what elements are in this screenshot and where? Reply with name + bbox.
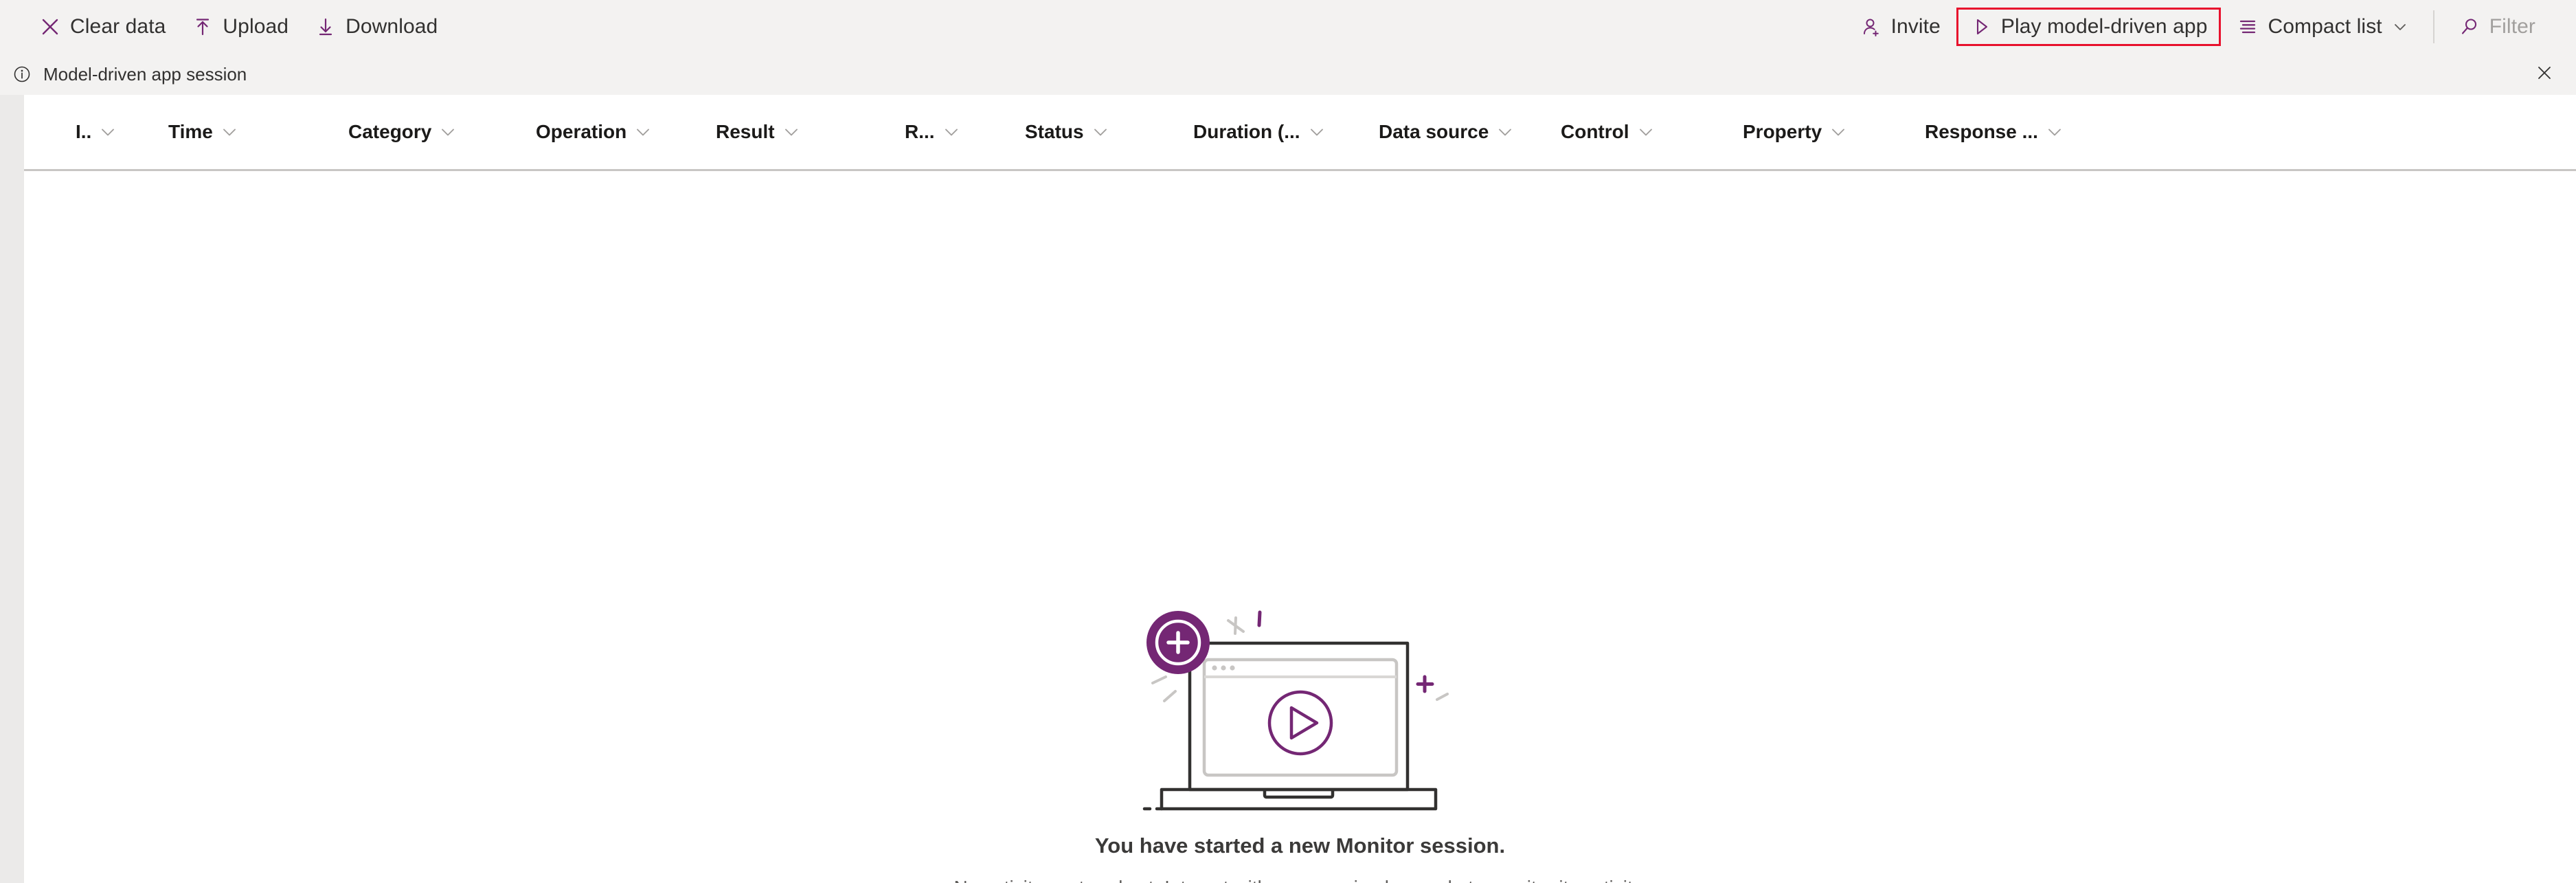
column-header-label: Response ... — [1925, 121, 2038, 142]
session-close-button[interactable] — [2528, 58, 2561, 91]
column-header-data-source[interactable]: Data source — [1379, 95, 1519, 169]
column-header-response[interactable]: Response ... — [1925, 95, 2068, 169]
invite-label: Invite — [1890, 15, 1941, 38]
chevron-down-icon[interactable] — [942, 122, 961, 142]
info-icon — [11, 63, 33, 85]
chevron-down-icon[interactable] — [438, 122, 457, 142]
column-header-result[interactable]: Result — [716, 95, 805, 169]
empty-state: You have started a new Monitor session. … — [24, 171, 2576, 883]
column-header-label: Status — [1025, 121, 1084, 142]
clear-data-button[interactable]: Clear data — [26, 8, 179, 46]
column-header-id[interactable]: I.. — [76, 95, 122, 169]
table-header-row: I.. Time Category Operation Result R... … — [24, 95, 2576, 171]
column-header-category[interactable]: Category — [348, 95, 462, 169]
download-icon — [315, 16, 337, 38]
command-bar: Clear data Upload Download Invite Play m… — [0, 0, 2576, 54]
invite-button[interactable]: Invite — [1847, 8, 1954, 46]
session-bar: Model-driven app session — [0, 54, 2576, 95]
upload-button[interactable]: Upload — [179, 8, 302, 46]
column-header-property[interactable]: Property — [1743, 95, 1852, 169]
column-header-label: Data source — [1379, 121, 1489, 142]
session-bar-content: Model-driven app session — [11, 63, 247, 85]
download-button[interactable]: Download — [302, 8, 451, 46]
play-model-driven-app-label: Play model-driven app — [2000, 15, 2208, 38]
compact-list-button[interactable]: Compact list — [2224, 8, 2421, 46]
left-gutter — [0, 95, 24, 883]
chevron-down-icon[interactable] — [1829, 122, 1848, 142]
search-icon — [2459, 16, 2481, 38]
chevron-down-icon[interactable] — [1091, 122, 1110, 142]
chevron-down-icon[interactable] — [220, 122, 239, 142]
command-bar-left-group: Clear data Upload Download — [0, 0, 451, 54]
chevron-down-icon[interactable] — [1495, 122, 1515, 142]
chevron-down-icon — [2391, 18, 2409, 36]
clear-data-label: Clear data — [70, 15, 166, 38]
column-header-label: Property — [1743, 121, 1822, 142]
close-icon — [2535, 64, 2553, 85]
column-header-label: I.. — [76, 121, 92, 142]
upload-icon — [192, 16, 214, 38]
invite-person-add-icon — [1860, 16, 1882, 38]
empty-state-subtitle: No activity captured yet. Interact with … — [954, 876, 1647, 883]
column-header-time[interactable]: Time — [168, 95, 243, 169]
upload-label: Upload — [223, 15, 289, 38]
session-bar-label: Model-driven app session — [43, 64, 247, 85]
column-header-status[interactable]: Status — [1025, 95, 1114, 169]
play-model-driven-app-button[interactable]: Play model-driven app — [1956, 8, 2222, 46]
filter-button[interactable]: Filter — [2445, 8, 2549, 46]
column-header-label: Control — [1561, 121, 1629, 142]
command-bar-right-group: Invite Play model-driven app Compact lis… — [1847, 0, 2576, 54]
column-header-label: Operation — [536, 121, 627, 142]
command-bar-divider — [2432, 10, 2434, 43]
column-header-label: R... — [905, 121, 935, 142]
column-header-operation[interactable]: Operation — [536, 95, 657, 169]
play-icon — [1970, 16, 1992, 38]
column-header-label: Time — [168, 121, 213, 142]
list-icon — [2237, 16, 2259, 38]
column-header-control[interactable]: Control — [1561, 95, 1660, 169]
column-header-label: Result — [716, 121, 775, 142]
clear-data-icon — [39, 16, 61, 38]
chevron-down-icon[interactable] — [1636, 122, 1656, 142]
column-header-label: Category — [348, 121, 432, 142]
chevron-down-icon[interactable] — [2045, 122, 2064, 142]
empty-state-title: You have started a new Monitor session. — [1094, 834, 1506, 858]
chevron-down-icon[interactable] — [98, 122, 117, 142]
download-label: Download — [346, 15, 438, 38]
chevron-down-icon[interactable] — [782, 122, 801, 142]
chevron-down-icon[interactable] — [633, 122, 653, 142]
column-header-r-truncated[interactable]: R... — [905, 95, 965, 169]
column-header-duration[interactable]: Duration (... — [1193, 95, 1331, 169]
column-header-label: Duration (... — [1193, 121, 1300, 142]
compact-list-label: Compact list — [2268, 15, 2382, 38]
laptop-play-button-illustration — [1139, 598, 1462, 818]
chevron-down-icon[interactable] — [1307, 122, 1326, 142]
main-content: I.. Time Category Operation Result R... … — [24, 95, 2576, 883]
filter-label: Filter — [2489, 15, 2535, 38]
